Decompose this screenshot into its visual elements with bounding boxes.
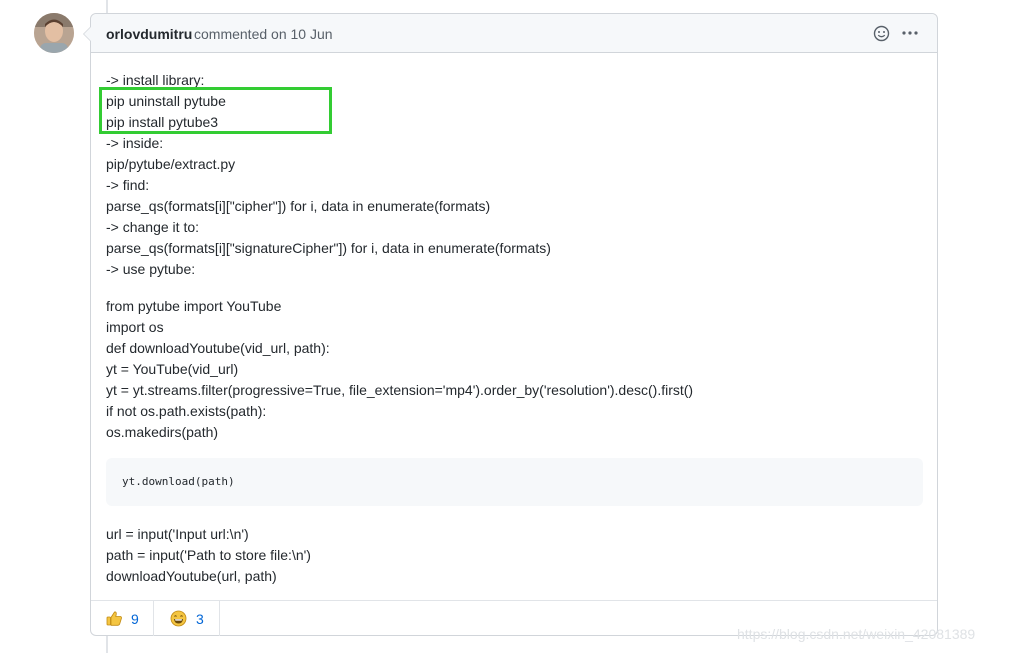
comment-line: def downloadYoutube(vid_url, path): — [106, 340, 330, 356]
reaction-count: 9 — [131, 611, 139, 627]
comment-line: yt = yt.streams.filter(progressive=True,… — [106, 382, 694, 398]
comment-line: parse_qs(formats[i]["cipher"]) for i, da… — [106, 198, 491, 214]
comment-line: from pytube import YouTube — [106, 298, 282, 314]
comment-line: if not os.path.exists(path): — [106, 403, 267, 419]
code-text: yt.download(path) — [122, 475, 235, 488]
comment-line: pip/pytube/extract.py — [106, 156, 236, 172]
comment-author-link[interactable]: orlovdumitru — [106, 26, 192, 42]
comment-line: os.makedirs(path) — [106, 424, 219, 440]
thumbs-up-icon — [106, 610, 123, 627]
comment-line: import os — [106, 319, 164, 335]
comment-timestamp[interactable]: commented on 10 Jun — [194, 26, 333, 42]
laugh-icon — [170, 610, 187, 627]
comment-header: orlovdumitru commented on 10 Jun — [91, 14, 937, 53]
highlight-box — [99, 87, 332, 134]
comment-line: url = input('Input url:\n') — [106, 526, 249, 542]
comment-line: downloadYoutube(url, path) — [106, 568, 277, 584]
avatar-image — [34, 13, 74, 53]
reaction-laugh-button[interactable]: 3 — [154, 601, 220, 636]
comment-line: -> find: — [106, 177, 150, 193]
reaction-count: 3 — [196, 611, 204, 627]
comment-line: -> change it to: — [106, 219, 200, 235]
avatar[interactable] — [34, 13, 74, 53]
watermark: https://blog.csdn.net/weixin_42081389 — [737, 626, 976, 642]
smiley-icon[interactable] — [873, 25, 890, 42]
comment-line: yt = YouTube(vid_url) — [106, 361, 239, 377]
comment-line: -> use pytube: — [106, 261, 196, 277]
code-block: yt.download(path) — [106, 458, 923, 506]
kebab-horizontal-icon[interactable] — [901, 24, 919, 42]
comment-line: -> inside: — [106, 135, 164, 151]
comment-line: parse_qs(formats[i]["signatureCipher"]) … — [106, 240, 551, 256]
comment-line: path = input('Path to store file:\n') — [106, 547, 311, 563]
reaction-thumbs-up-button[interactable]: 9 — [91, 601, 154, 636]
